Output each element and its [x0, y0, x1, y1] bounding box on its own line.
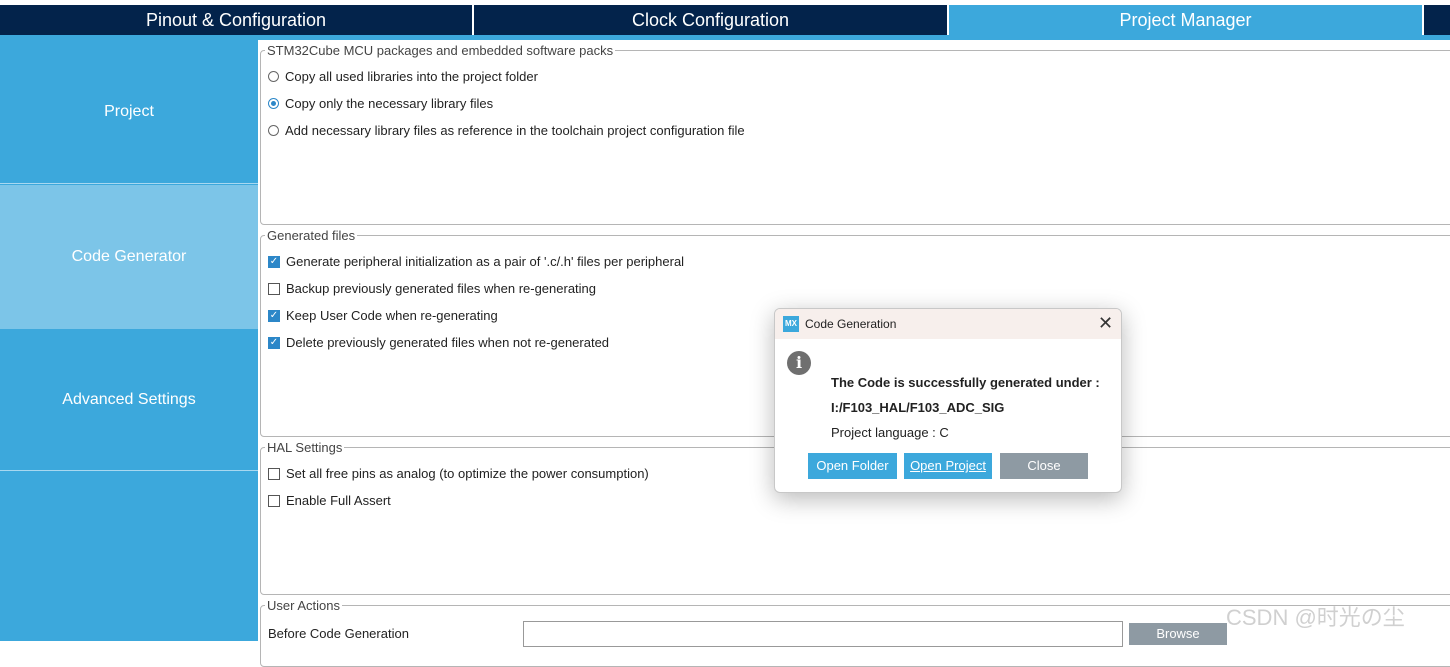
checkbox-label: Delete previously generated files when n… [286, 335, 610, 350]
checkbox-generate-peripheral-pair[interactable]: ✓ Generate peripheral initialization as … [268, 254, 684, 269]
radio-copy-necessary-files[interactable]: Copy only the necessary library files [268, 96, 493, 111]
open-folder-button[interactable]: Open Folder [808, 453, 897, 479]
radio-label: Copy only the necessary library files [285, 96, 494, 111]
checkbox-label: Generate peripheral initialization as a … [286, 254, 685, 269]
close-button[interactable]: Close [1000, 453, 1088, 479]
checkbox-enable-full-assert[interactable]: Enable Full Assert [268, 493, 391, 508]
radio-label: Copy all used libraries into the project… [285, 69, 538, 84]
watermark: CSDN @时光の尘 [1226, 605, 1405, 630]
checkbox-free-pins-analog[interactable]: Set all free pins as analog (to optimize… [268, 466, 649, 481]
mx-logo-icon: MX [783, 316, 799, 332]
sidebar: Project Code Generator Advanced Settings [0, 40, 258, 641]
checkbox-indicator[interactable] [268, 282, 280, 295]
checkbox-indicator[interactable] [268, 467, 280, 480]
checkbox-label: Backup previously generated files when r… [286, 281, 597, 296]
radio-indicator[interactable] [268, 125, 279, 136]
success-message: The Code is successfully generated under… [831, 375, 1100, 390]
before-code-generation-input[interactable] [523, 621, 1123, 647]
radio-label: Add necessary library files as reference… [285, 123, 745, 138]
checkbox-label: Set all free pins as analog (to optimize… [286, 466, 649, 481]
browse-button[interactable]: Browse [1129, 623, 1227, 645]
code-generation-dialog: MX Code Generation ✕ i The Code is succe… [774, 308, 1122, 493]
checkbox-backup-generated[interactable]: Backup previously generated files when r… [268, 281, 596, 296]
checkbox-keep-user-code[interactable]: ✓ Keep User Code when re-generating [268, 308, 498, 323]
top-tab-bar: Pinout & Configuration Clock Configurati… [0, 0, 1450, 40]
open-project-label: Open Project [910, 458, 986, 473]
tab-tools-partial[interactable] [1424, 5, 1450, 35]
checkbox-indicator[interactable] [268, 494, 280, 507]
sidebar-item-advanced-settings[interactable]: Advanced Settings [0, 330, 258, 470]
sidebar-divider [0, 470, 258, 471]
open-project-button[interactable]: Open Project [904, 453, 992, 479]
tab-project-manager[interactable]: Project Manager [949, 5, 1422, 35]
sidebar-item-code-generator[interactable]: Code Generator [0, 185, 258, 329]
checkmark-icon[interactable]: ✓ [268, 255, 280, 268]
group-legend: Generated files [265, 228, 358, 243]
checkmark-icon[interactable]: ✓ [268, 309, 280, 322]
checkbox-delete-previous[interactable]: ✓ Delete previously generated files when… [268, 335, 609, 350]
checkmark-icon[interactable]: ✓ [268, 336, 280, 349]
info-icon: i [787, 351, 811, 375]
radio-copy-all-libraries[interactable]: Copy all used libraries into the project… [268, 69, 538, 84]
before-code-generation-label: Before Code Generation [268, 626, 409, 641]
sidebar-item-label: Advanced Settings [62, 391, 196, 408]
radio-indicator[interactable] [268, 98, 279, 109]
group-legend: User Actions [265, 598, 342, 613]
group-legend: HAL Settings [265, 440, 345, 455]
dialog-title: Code Generation [805, 317, 897, 331]
project-language: Project language : C [831, 425, 949, 440]
checkbox-label: Enable Full Assert [286, 493, 391, 508]
tab-pinout-configuration[interactable]: Pinout & Configuration [0, 5, 472, 35]
sidebar-item-label: Project [104, 102, 154, 120]
close-icon[interactable]: ✕ [1098, 313, 1113, 333]
radio-indicator[interactable] [268, 71, 279, 82]
output-path: I:/F103_HAL/F103_ADC_SIG [831, 400, 1005, 415]
sidebar-item-label: Code Generator [71, 248, 187, 265]
radio-add-as-reference[interactable]: Add necessary library files as reference… [268, 123, 745, 138]
mcu-packages-group: STM32Cube MCU packages and embedded soft… [260, 43, 1450, 225]
tab-clock-configuration[interactable]: Clock Configuration [474, 5, 947, 35]
checkbox-label: Keep User Code when re-generating [286, 308, 498, 323]
sidebar-item-project[interactable]: Project [0, 40, 258, 183]
sidebar-divider [0, 183, 258, 184]
group-legend: STM32Cube MCU packages and embedded soft… [265, 43, 616, 58]
dialog-title-bar[interactable]: MX Code Generation ✕ [775, 309, 1121, 339]
